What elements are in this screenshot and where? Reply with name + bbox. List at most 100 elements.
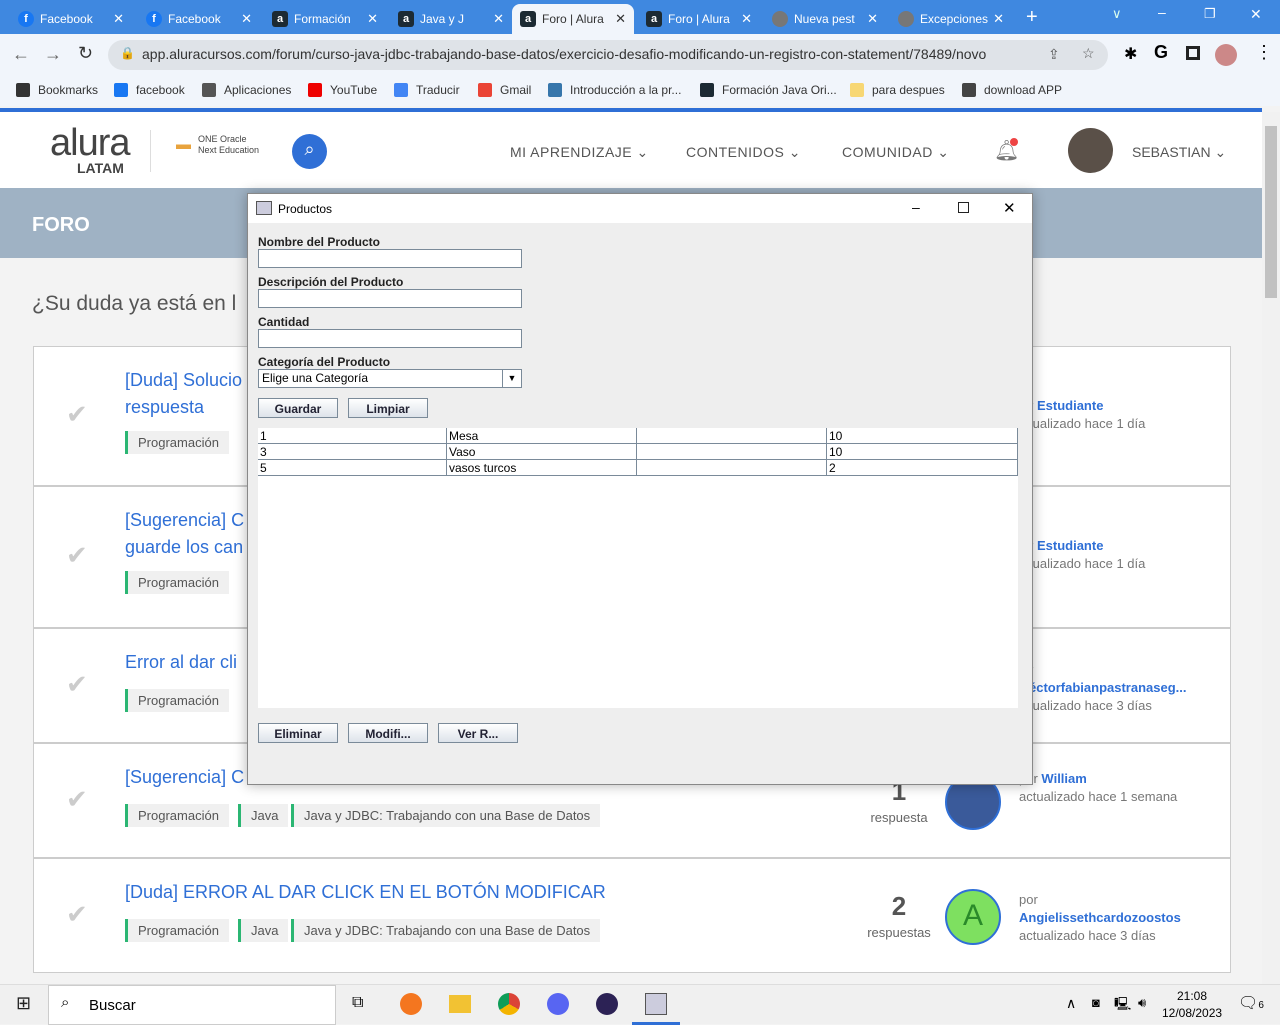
bookmark-item[interactable]: Introducción a la pr... [548,83,681,97]
minimize-button[interactable]: – [1158,4,1166,20]
view-report-button[interactable]: Ver R... [438,723,518,743]
topic-tag[interactable]: Java y JDBC: Trabajando con una Base de … [291,804,601,827]
table-cell[interactable]: 2 [827,460,1018,476]
browser-tab[interactable]: f Facebook ✕ [138,4,260,34]
forward-icon[interactable]: → [44,44,62,65]
topic-tag[interactable]: Java [238,919,289,942]
bookmark-item[interactable]: download APP [962,83,1062,97]
description-field[interactable] [258,289,522,308]
java-app-icon[interactable] [645,993,667,1015]
close-button[interactable]: ✕ [1250,6,1262,23]
table-cell[interactable]: 10 [827,428,1018,444]
table-cell[interactable]: 5 [258,460,447,476]
name-field[interactable] [258,249,522,268]
topic-tag[interactable]: Programación [125,804,229,827]
close-tab-icon[interactable]: ✕ [993,11,1004,27]
nav-comunidad[interactable]: COMUNIDAD ⌄ [842,144,949,161]
table-cell[interactable] [637,428,827,444]
topic-tag[interactable]: Java [238,804,289,827]
reload-icon[interactable]: ↻ [78,43,93,64]
author-link[interactable]: éctorfabianpastranaseg... [1029,680,1187,695]
table-cell[interactable]: vasos turcos [447,460,637,476]
topic-tag[interactable]: Programación [125,431,229,454]
bookmark-item[interactable]: YouTube [308,83,377,97]
author-link[interactable]: Estudiante [1037,538,1103,553]
dialog-close-button[interactable]: ✕ [1003,199,1016,217]
notifications-icon[interactable]: 🗨︎6 [1238,993,1264,1013]
restore-button[interactable]: ❐ [1204,6,1216,22]
table-row[interactable]: 1 Mesa 10 [258,428,1018,444]
bookmark-item[interactable]: Traducir [394,83,460,97]
topic-title[interactable]: Error al dar cli [125,649,237,676]
quantity-field[interactable] [258,329,522,348]
chrome-icon[interactable] [498,993,520,1015]
task-view-icon[interactable]: ⧉ [352,994,363,1012]
table-cell[interactable]: 1 [258,428,447,444]
clear-button[interactable]: Limpiar [348,398,428,418]
browser-tab[interactable]: Nueva pest ✕ [764,4,886,34]
scrollbar-thumb[interactable] [1265,126,1277,298]
category-select[interactable]: Elige una Categoría ▼ [258,369,522,388]
table-cell[interactable]: Vaso [447,444,637,460]
table-cell[interactable]: 3 [258,444,447,460]
bookmark-item[interactable]: Bookmarks [16,83,98,97]
author-link[interactable]: Angielissethcardozoostos [1019,910,1181,925]
file-explorer-icon[interactable] [449,995,471,1013]
search-button[interactable]: ⌕ [292,134,327,169]
topic-tag[interactable]: Java y JDBC: Trabajando con una Base de … [291,919,601,942]
nav-mi-aprendizaje[interactable]: MI APRENDIZAJE ⌄ [510,144,649,161]
browser-tab[interactable]: a Foro | Alura ✕ [512,4,634,34]
close-tab-icon[interactable]: ✕ [867,11,878,27]
topic-tag[interactable]: Programación [125,919,229,942]
tab-search-button[interactable]: ∨ [1112,6,1122,22]
camera-icon[interactable]: ◙ [1092,995,1100,1010]
share-icon[interactable]: ⇪ [1048,46,1060,63]
close-tab-icon[interactable]: ✕ [493,11,504,27]
user-menu[interactable]: SEBASTIAN ⌄ [1132,144,1226,161]
close-tab-icon[interactable]: ✕ [741,11,752,27]
save-button[interactable]: Guardar [258,398,338,418]
nav-contenidos[interactable]: CONTENIDOS ⌄ [686,144,801,161]
bookmark-item[interactable]: facebook [114,83,185,97]
address-bar[interactable]: 🔒 app.aluracursos.com/forum/curso-java-j… [108,40,1108,70]
table-cell[interactable]: Mesa [447,428,637,444]
tray-chevron-icon[interactable]: ∧ [1066,995,1076,1012]
bookmark-item[interactable]: Gmail [478,83,531,97]
table-cell[interactable]: 10 [827,444,1018,460]
star-icon[interactable]: ☆ [1082,45,1095,62]
menu-icon[interactable]: ⋮ [1255,42,1273,63]
table-row[interactable]: 3 Vaso 10 [258,444,1018,460]
new-tab-button[interactable]: + [1026,6,1038,29]
topic-tag[interactable]: Programación [125,571,229,594]
bookmark-item[interactable]: Formación Java Ori... [700,83,837,97]
network-icon[interactable]: 🖳 [1114,995,1131,1017]
discord-icon[interactable] [547,993,569,1015]
grammarly-icon[interactable]: G [1154,42,1168,63]
clock[interactable]: 21:08 12/08/2023 [1162,989,1222,1020]
browser-tab[interactable]: Excepciones ✕ [890,4,1012,34]
table-cell[interactable] [637,444,827,460]
eclipse-icon[interactable] [596,993,618,1015]
chevron-down-icon[interactable]: ▼ [502,370,521,387]
browser-tab[interactable]: a Formación ✕ [264,4,386,34]
browser-tab[interactable]: f Facebook ✕ [10,4,132,34]
modify-button[interactable]: Modifi... [348,723,428,743]
browser-tab[interactable]: a Foro | Alura ✕ [638,4,760,34]
windows-start-icon[interactable]: ⊞ [16,993,31,1014]
topic-title[interactable]: [Sugerencia] Cguarde los can [125,507,244,561]
close-tab-icon[interactable]: ✕ [241,11,252,27]
dialog-minimize-button[interactable]: – [912,199,920,215]
user-avatar[interactable] [1068,128,1113,173]
close-tab-icon[interactable]: ✕ [615,11,626,27]
volume-icon[interactable]: 🔊︎ [1138,995,1146,1011]
delete-button[interactable]: Eliminar [258,723,338,743]
close-tab-icon[interactable]: ✕ [367,11,378,27]
table-cell[interactable] [637,460,827,476]
bell-icon[interactable]: 🔔︎ [994,138,1019,163]
dialog-maximize-button[interactable] [958,202,969,213]
table-row[interactable]: 5 vasos turcos 2 [258,460,1018,476]
author-avatar[interactable]: A [945,889,1001,945]
browser-tab[interactable]: a Java y J ✕ [390,4,512,34]
taskbar-search[interactable]: ⌕ Buscar [48,985,336,1025]
profile-avatar[interactable] [1215,44,1237,66]
